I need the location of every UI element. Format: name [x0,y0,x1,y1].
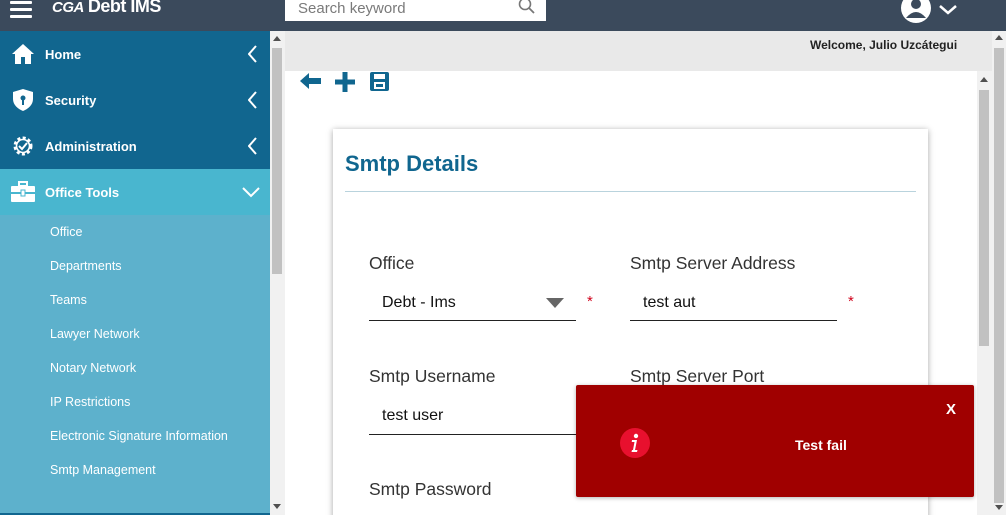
sidebar-subitem-smtp-management[interactable]: Smtp Management [0,453,270,487]
office-select[interactable]: Debt - Ims [382,294,456,312]
save-icon[interactable] [370,72,389,96]
server-address-underline [630,320,837,321]
user-icon[interactable] [900,0,932,29]
sidebar-item-office-tools[interactable]: Office Tools [0,169,270,215]
error-toast: X Test fail [576,385,974,497]
logo-mark: CGA [52,0,84,16]
hamburger-menu-icon[interactable] [10,1,32,19]
sidebar-item-administration[interactable]: Administration [0,123,270,169]
sidebar-subitem-ip-restrictions[interactable]: IP Restrictions [0,385,270,419]
toast-message: Test fail [795,437,847,453]
page-scrollbar-thumb[interactable] [994,48,1004,503]
search-icon[interactable] [518,0,536,20]
scroll-down-arrow-icon[interactable] [273,504,281,509]
chevron-left-icon [247,137,258,158]
form-title: Smtp Details [345,151,479,176]
app-logo: CGA Debt IMS [52,0,161,17]
server-address-input[interactable]: test aut [643,294,695,312]
scroll-up-arrow-icon[interactable] [995,35,1003,40]
title-divider [345,191,916,192]
sidebar-item-label: Office Tools [45,184,120,200]
required-marker: * [848,293,854,310]
gear-check-icon [0,134,45,158]
plus-icon[interactable] [335,72,355,97]
sidebar-item-label: Administration [45,138,137,154]
sidebar-item-security[interactable]: Security [0,77,270,123]
sidebar-subitem-notary-network[interactable]: Notary Network [0,351,270,385]
sidebar-scrollbar-thumb[interactable] [272,48,282,274]
sidebar-subitem-teams[interactable]: Teams [0,283,270,317]
office-underline [369,320,576,321]
scroll-up-arrow-icon[interactable] [273,36,281,41]
sidebar-subitem-lawyer-network[interactable]: Lawyer Network [0,317,270,351]
server-address-label: Smtp Server Address [630,253,796,273]
chevron-down-icon[interactable] [938,3,958,21]
sidebar-item-label: Security [45,92,97,108]
chevron-left-icon [247,45,258,66]
toolbox-icon [0,181,45,203]
welcome-text: Welcome, Julio Uzcátegui [810,38,958,52]
search-input[interactable] [298,1,518,16]
scroll-down-arrow-icon[interactable] [995,505,1003,510]
shield-icon [0,88,45,112]
top-bar: CGA Debt IMS [0,0,1006,31]
sidebar-subitem-office[interactable]: Office [0,215,270,249]
dropdown-arrow-icon[interactable] [546,298,564,308]
office-label: Office [369,253,415,273]
chevron-left-icon [247,91,258,112]
info-icon [620,428,650,463]
sidebar: Home Security Administration Office Tool… [0,31,270,515]
app-title: Debt IMS [87,0,162,16]
sidebar-item-label: Home [45,46,82,62]
sidebar-item-home[interactable]: Home [0,31,270,77]
scroll-up-arrow-icon[interactable] [980,77,988,82]
sidebar-subitem-departments[interactable]: Departments [0,249,270,283]
chevron-down-icon [242,186,260,201]
close-toast-button[interactable]: X [946,401,956,418]
sidebar-subitem-electronic-signature[interactable]: Electronic Signature Information [0,419,270,453]
username-input[interactable]: test user [382,407,443,425]
search-box [285,0,546,21]
server-port-label: Smtp Server Port [630,366,765,386]
username-underline [369,434,576,435]
home-icon [0,43,45,65]
username-label: Smtp Username [369,366,496,386]
required-marker: * [587,293,593,310]
content-scrollbar-thumb[interactable] [979,90,989,346]
arrow-left-icon[interactable] [300,72,321,95]
password-label: Smtp Password [369,479,492,499]
